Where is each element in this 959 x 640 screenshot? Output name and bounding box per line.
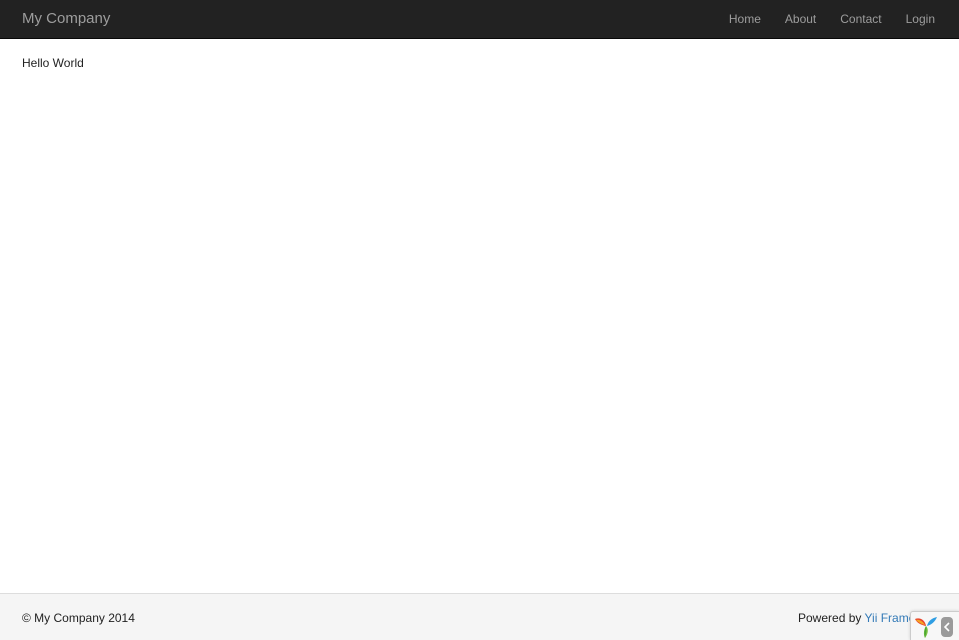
nav-item-home[interactable]: Home (717, 0, 773, 39)
yii-framework-link[interactable]: Yii Frame (865, 611, 916, 625)
nav-item-contact[interactable]: Contact (828, 0, 893, 39)
debug-toggle-button[interactable] (941, 617, 953, 637)
powered-by-label: Powered by (798, 611, 865, 625)
footer-copyright: © My Company 2014 (22, 611, 135, 625)
brand-link[interactable]: My Company (22, 0, 110, 39)
footer: © My Company 2014 Powered by Yii Frame (0, 593, 959, 640)
nav-item-login[interactable]: Login (894, 0, 947, 39)
chevron-left-icon (943, 622, 950, 632)
footer-powered-by: Powered by Yii Frame (798, 611, 915, 625)
page-content: Hello World (22, 56, 84, 70)
nav-item-about[interactable]: About (773, 0, 828, 39)
top-navbar: My Company Home About Contact Login (0, 0, 959, 39)
yii-logo-icon[interactable] (913, 615, 939, 639)
main-nav: Home About Contact Login (717, 0, 947, 39)
debug-toolbar[interactable] (910, 611, 959, 640)
